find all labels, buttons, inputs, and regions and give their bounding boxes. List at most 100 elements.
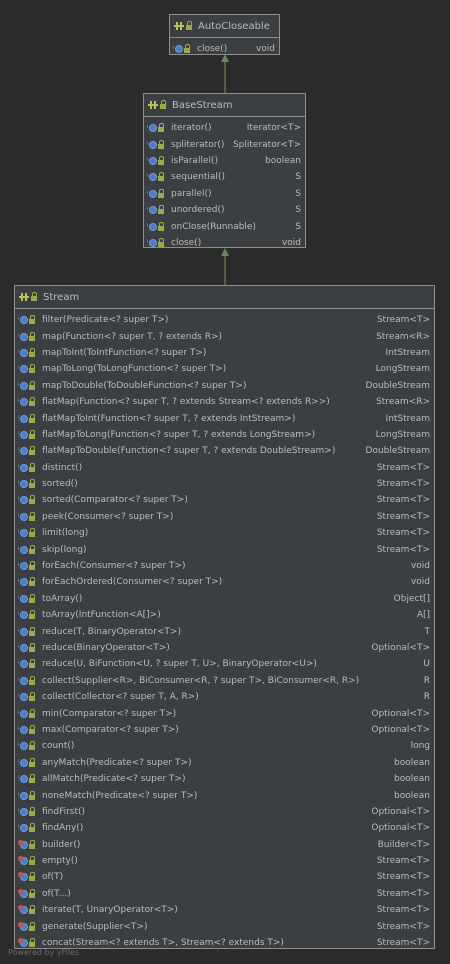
method-row[interactable]: ⁱ sequential() S — [144, 169, 305, 185]
method-row[interactable]: ⁱ close() void — [144, 235, 305, 251]
method-signature: forEachOrdered(Consumer<? super T>) — [42, 577, 223, 588]
method-row[interactable]: ⁱ mapToInt(ToIntFunction<? super T>) IntSt… — [15, 345, 434, 361]
method-icons: ⁱ — [147, 205, 171, 215]
method-return-type: boolean — [394, 774, 430, 785]
method-row[interactable]: ⁱ toArray() Object[] — [15, 591, 434, 607]
method-row[interactable]: ⁱ sorted(Comparator<? super T>) Stream<T> — [15, 492, 434, 508]
autocloseable-interface-box[interactable]: AutoCloseable ⁱ close() void — [169, 14, 280, 55]
lock-icon — [29, 921, 36, 931]
method-row[interactable]: ⁱ map(Function<? super T, ? extends R>) St… — [15, 328, 434, 344]
method-row[interactable]: ⁱ reduce(T, BinaryOperator<T>) T — [15, 623, 434, 639]
visibility-mark-icon: ⁱ — [18, 447, 20, 456]
method-row[interactable]: ⁱ reduce(U, BiFunction<U, ? super T, U>, … — [15, 656, 434, 672]
lock-icon — [29, 429, 36, 439]
method-row[interactable]: ⁱ flatMapToInt(Function<? super T, ? exte… — [15, 410, 434, 426]
method-row[interactable]: ⁱ mapToDouble(ToDoubleFunction<? super T>… — [15, 378, 434, 394]
method-signature: findFirst() — [42, 806, 86, 817]
visibility-mark-icon: ⁱ — [147, 140, 149, 149]
lock-icon — [29, 364, 36, 374]
method-row[interactable]: ⁱ of(T) Stream<T> — [15, 869, 434, 885]
method-row[interactable]: ⁱ unordered() S — [144, 202, 305, 218]
method-icon — [20, 611, 29, 620]
stream-interface-box[interactable]: Stream ⁱ filter(Predicate<? super T>) Stre… — [14, 285, 435, 949]
lock-icon — [29, 593, 36, 603]
method-row[interactable]: ⁱ mapToLong(ToLongFunction<? super T>) Lon… — [15, 361, 434, 377]
autocloseable-methods: ⁱ close() void — [170, 38, 279, 57]
method-row[interactable]: ⁱ forEachOrdered(Consumer<? super T>) void — [15, 574, 434, 590]
method-icons: ⁱ — [18, 806, 42, 816]
method-icon — [20, 512, 29, 521]
method-row[interactable]: ⁱ iterate(T, UnaryOperator<T>) Stream<T> — [15, 902, 434, 918]
method-row[interactable]: ⁱ count() long — [15, 738, 434, 754]
method-icons: ⁱ — [18, 872, 42, 882]
method-icons: ⁱ — [18, 675, 42, 685]
method-return-type: DoubleStream — [365, 380, 430, 391]
method-return-type: Stream<T> — [376, 315, 430, 326]
method-row[interactable]: ⁱ allMatch(Predicate<? super T>) boolean — [15, 771, 434, 787]
method-row[interactable]: ⁱ sorted() Stream<T> — [15, 476, 434, 492]
method-row[interactable]: ⁱ skip(long) Stream<T> — [15, 541, 434, 557]
method-row[interactable]: ⁱ generate(Supplier<T>) Stream<T> — [15, 918, 434, 934]
method-icon — [149, 173, 158, 182]
visibility-mark-icon: ⁱ — [18, 676, 20, 685]
method-icon — [20, 365, 29, 374]
method-icons: ⁱ — [18, 839, 42, 849]
visibility-mark-icon: ⁱ — [18, 693, 20, 702]
method-row[interactable]: ⁱ builder() Builder<T> — [15, 837, 434, 853]
lock-icon — [31, 292, 37, 301]
method-return-type: Stream<T> — [376, 872, 430, 883]
method-row[interactable]: ⁱ of(T...) Stream<T> — [15, 886, 434, 902]
method-icons: ⁱ — [18, 708, 42, 718]
visibility-mark-icon: ⁱ — [18, 709, 20, 718]
method-row[interactable]: ⁱ iterator() Iterator<T> — [144, 120, 305, 136]
method-row[interactable]: ⁱ flatMapToLong(Function<? super T, ? ext… — [15, 427, 434, 443]
method-row[interactable]: ⁱ distinct() Stream<T> — [15, 460, 434, 476]
method-row[interactable]: ⁱ empty() Stream<T> — [15, 853, 434, 869]
method-signature: close() — [197, 44, 228, 55]
interface-icon — [174, 22, 184, 30]
method-row[interactable]: ⁱ parallel() S — [144, 186, 305, 202]
method-return-type: Stream<T> — [376, 511, 430, 522]
method-row[interactable]: ⁱ anyMatch(Predicate<? super T>) boolean — [15, 755, 434, 771]
method-icons: ⁱ — [18, 643, 42, 652]
method-icons: ⁱ — [18, 774, 42, 784]
method-row[interactable]: ⁱ noneMatch(Predicate<? super T>) boolean — [15, 787, 434, 803]
method-row[interactable]: ⁱ forEach(Consumer<? super T>) void — [15, 558, 434, 574]
method-row[interactable]: ⁱ close() void — [170, 41, 279, 57]
method-row[interactable]: ⁱ reduce(BinaryOperator<T>) Optional<T> — [15, 640, 434, 656]
method-icon — [20, 332, 29, 341]
method-row[interactable]: ⁱ max(Comparator<? super T>) Optional<T> — [15, 722, 434, 738]
method-row[interactable]: ⁱ onClose(Runnable) S — [144, 218, 305, 234]
method-icons: ⁱ — [18, 364, 42, 374]
method-return-type: Stream<T> — [376, 938, 430, 949]
method-row[interactable]: ⁱ limit(long) Stream<T> — [15, 525, 434, 541]
method-row[interactable]: ⁱ min(Comparator<? super T>) Optional<T> — [15, 705, 434, 721]
method-row[interactable]: ⁱ isParallel() boolean — [144, 153, 305, 169]
basestream-interface-box[interactable]: BaseStream ⁱ iterator() Iterator<T> ⁱ splite… — [143, 93, 306, 248]
method-row[interactable]: ⁱ peek(Consumer<? super T>) Stream<T> — [15, 509, 434, 525]
method-signature: unordered() — [171, 205, 225, 216]
method-row[interactable]: ⁱ spliterator() Spliterator<T> — [144, 136, 305, 152]
method-signature: forEach(Consumer<? super T>) — [42, 561, 186, 572]
method-return-type: U — [423, 659, 430, 670]
method-row[interactable]: ⁱ flatMap(Function<? super T, ? extends S… — [15, 394, 434, 410]
lock-icon — [29, 741, 36, 751]
autocloseable-title: AutoCloseable — [198, 20, 270, 32]
lock-icon — [158, 237, 165, 247]
lock-icon — [29, 888, 36, 898]
method-row[interactable]: ⁱ flatMapToDouble(Function<? super T, ? e… — [15, 443, 434, 459]
method-icon — [20, 480, 29, 489]
method-icon — [20, 381, 29, 390]
method-row[interactable]: ⁱ findFirst() Optional<T> — [15, 804, 434, 820]
method-row[interactable]: ⁱ collect(Supplier<R>, BiConsumer<R, ? su… — [15, 673, 434, 689]
method-icons: ⁱ — [18, 741, 42, 751]
method-return-type: S — [295, 221, 301, 232]
method-row[interactable]: ⁱ toArray(IntFunction<A[]>) A[] — [15, 607, 434, 623]
method-row[interactable]: ⁱ findAny() Optional<T> — [15, 820, 434, 836]
interface-icon — [148, 101, 158, 109]
static-method-icon — [18, 905, 29, 915]
method-icon — [149, 156, 158, 165]
method-icons: ⁱ — [173, 44, 197, 54]
method-row[interactable]: ⁱ filter(Predicate<? super T>) Stream<T> — [15, 312, 434, 328]
method-row[interactable]: ⁱ collect(Collector<? super T, A, R>) R — [15, 689, 434, 705]
